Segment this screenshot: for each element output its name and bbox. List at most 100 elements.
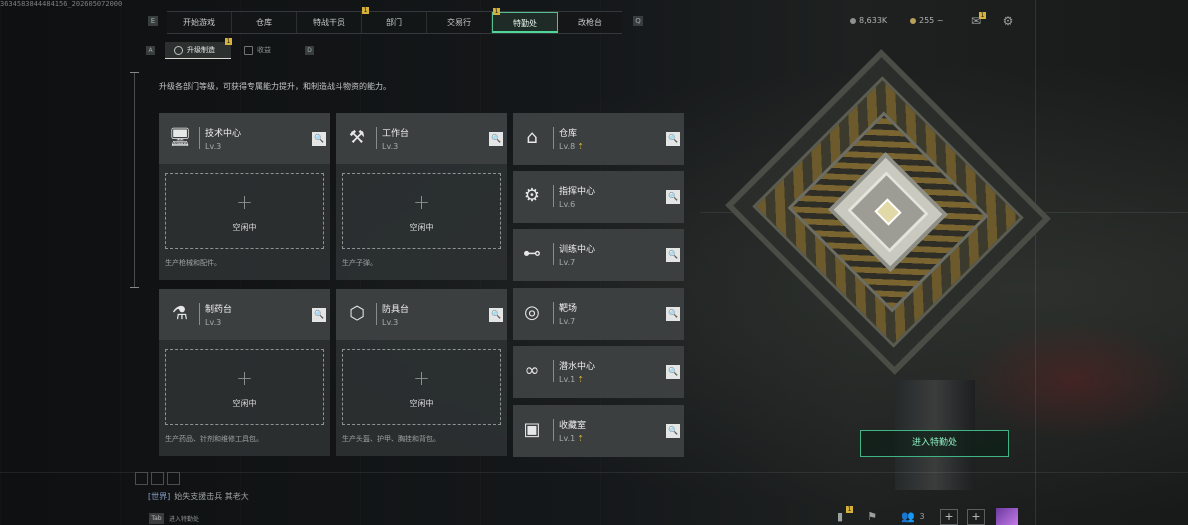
add-party-button[interactable]: +	[940, 509, 958, 525]
nav-prev-key[interactable]: E	[148, 16, 158, 26]
facility-level: Lv.1 ⇡	[559, 434, 584, 443]
facility-name: 靶场	[559, 304, 578, 314]
facility-name: 训练中心	[559, 245, 596, 255]
divider	[553, 185, 554, 207]
slot-status: 空闲中	[232, 399, 257, 408]
tab-departments[interactable]: 1 部门	[362, 7, 427, 33]
facility-name: 指挥中心	[559, 187, 596, 197]
facility-storage[interactable]: ⌂ 仓库 Lv.8 ⇡ 🔍	[513, 113, 684, 165]
subtab-next-key[interactable]: D	[305, 45, 314, 55]
tools-icon: ⚒	[348, 127, 366, 148]
slot-status: 空闲中	[232, 223, 257, 232]
search-icon[interactable]: 🔍	[489, 308, 503, 322]
production-slot[interactable]: + 空闲中	[342, 173, 501, 249]
frame-line	[134, 72, 135, 287]
search-icon[interactable]: 🔍	[312, 308, 326, 322]
production-slot[interactable]: + 空闲中	[342, 349, 501, 425]
chat-message: [世界] 始失支援击兵 其老大	[148, 491, 249, 502]
ticket-display[interactable]: 255 ~	[910, 16, 944, 25]
facility-training-center[interactable]: ⊷ 训练中心 Lv.7 🔍	[513, 229, 684, 281]
production-slot[interactable]: + 空闲中	[165, 349, 324, 425]
background-red-light	[960, 320, 1188, 440]
tab-trade[interactable]: 交易行	[427, 12, 492, 33]
workbench-description: 生产子弹。	[342, 259, 377, 267]
special-ops-cube	[725, 49, 1051, 375]
workbench-description: 生产头盔、护甲、胸挂和背包。	[342, 435, 440, 443]
avatar[interactable]	[996, 508, 1018, 525]
facility-diving-center[interactable]: ∞ 潜水中心 Lv.1 ⇡ 🔍	[513, 346, 684, 398]
workbench-header[interactable]: ⚗ 制药台 Lv.3 🔍	[159, 289, 330, 340]
subtab-prev-key[interactable]: A	[146, 45, 155, 55]
production-slot[interactable]: + 空闲中	[165, 173, 324, 249]
search-icon[interactable]: 🔍	[666, 190, 680, 204]
chat-tab-button[interactable]	[167, 472, 180, 485]
workbench-name: 技术中心	[205, 129, 242, 139]
tab-operators[interactable]: 特战干员	[297, 12, 362, 33]
goggles-icon: ∞	[524, 360, 540, 381]
facility-shooting-range[interactable]: ◎ 靶场 Lv.7 🔍	[513, 288, 684, 340]
build-tag: 3634583844484156_202605072000	[0, 0, 123, 8]
facility-level: Lv.7	[559, 317, 576, 326]
frame-tick	[130, 72, 139, 73]
microscope-icon: ⚗	[171, 303, 189, 324]
slot-status: 空闲中	[409, 223, 434, 232]
nav-next-key[interactable]: Q	[633, 16, 643, 26]
gear-icon[interactable]: ⚙	[1000, 13, 1016, 29]
search-icon[interactable]: 🔍	[666, 132, 680, 146]
facility-command-center[interactable]: ⚙ 指挥中心 Lv.6 🔍	[513, 171, 684, 223]
add-party-button[interactable]: +	[967, 509, 985, 525]
search-icon[interactable]: 🔍	[666, 424, 680, 438]
search-icon[interactable]: 🔍	[666, 365, 680, 379]
divider	[553, 302, 554, 324]
signal-icon[interactable]: ▮ 1	[832, 506, 853, 525]
facility-level: Lv.6	[559, 200, 576, 209]
tab-storage[interactable]: 仓库	[232, 12, 297, 33]
notification-badge: 1	[362, 7, 369, 14]
currency-display[interactable]: 8,633K	[850, 16, 887, 25]
workbench-card-pharmacy: ⚗ 制药台 Lv.3 🔍 + 空闲中 生产药品、针剂和维修工具包。	[159, 289, 330, 456]
slot-status: 空闲中	[409, 399, 434, 408]
subtab-income[interactable]: 收益	[235, 42, 301, 59]
notification-badge: 1	[225, 37, 232, 45]
chat-channel: [世界]	[148, 492, 171, 501]
divider	[376, 127, 377, 149]
crosshair-vertical	[1035, 0, 1036, 525]
workbench-description: 生产枪械和配件。	[165, 259, 221, 267]
workbench-card-workbench: ⚒ 工作台 Lv.3 🔍 + 空闲中 生产子弹。	[336, 113, 507, 280]
tab-key-icon: Tab	[149, 513, 164, 524]
chat-tab-button[interactable]	[135, 472, 148, 485]
mail-icon[interactable]: ✉ 1	[968, 12, 986, 29]
search-icon[interactable]: 🔍	[666, 248, 680, 262]
storage-icon: ⌂	[526, 127, 538, 148]
workbench-description: 生产药品、针剂和维修工具包。	[165, 435, 263, 443]
chat-tab-button[interactable]	[151, 472, 164, 485]
tab-special-ops[interactable]: 1 特勤处	[492, 8, 558, 33]
upgrade-icon: ⇡	[577, 375, 584, 384]
tab-start-game[interactable]: 开始游戏	[167, 12, 232, 33]
search-icon[interactable]: 🔍	[312, 132, 326, 146]
divider	[199, 303, 200, 325]
flag-icon[interactable]: ⚑	[864, 509, 880, 525]
dumbbell-icon: ⊷	[523, 243, 541, 264]
facility-level: Lv.1 ⇡	[559, 375, 584, 384]
enter-special-ops-button[interactable]: 进入特勤处	[860, 430, 1009, 457]
workbench-header[interactable]: ⬡ 防具台 Lv.3 🔍	[336, 289, 507, 340]
chat-hint[interactable]: Tab 进入特勤处	[149, 512, 199, 525]
facility-level: Lv.7	[559, 258, 576, 267]
plus-icon: +	[413, 190, 430, 214]
subtab-upgrade-craft[interactable]: 升级制造 1	[165, 37, 232, 59]
workbench-card-tech-center: 🖥 技术中心 Lv.3 🔍 + 空闲中 生产枪械和配件。	[159, 113, 330, 280]
divider	[553, 127, 554, 149]
monitor-icon: 🖥	[168, 127, 192, 148]
facility-name: 潜水中心	[559, 362, 596, 372]
workbench-header[interactable]: 🖥 技术中心 Lv.3 🔍	[159, 113, 330, 164]
workbench-level: Lv.3	[205, 318, 222, 327]
ticket-icon	[910, 17, 916, 24]
facility-name: 仓库	[559, 129, 578, 139]
tab-gunsmith[interactable]: 改枪台	[558, 12, 622, 33]
workbench-header[interactable]: ⚒ 工作台 Lv.3 🔍	[336, 113, 507, 164]
search-icon[interactable]: 🔍	[666, 307, 680, 321]
search-icon[interactable]: 🔍	[489, 132, 503, 146]
income-icon	[244, 45, 253, 55]
facility-collection-room[interactable]: ▣ 收藏室 Lv.1 ⇡ 🔍	[513, 405, 684, 457]
